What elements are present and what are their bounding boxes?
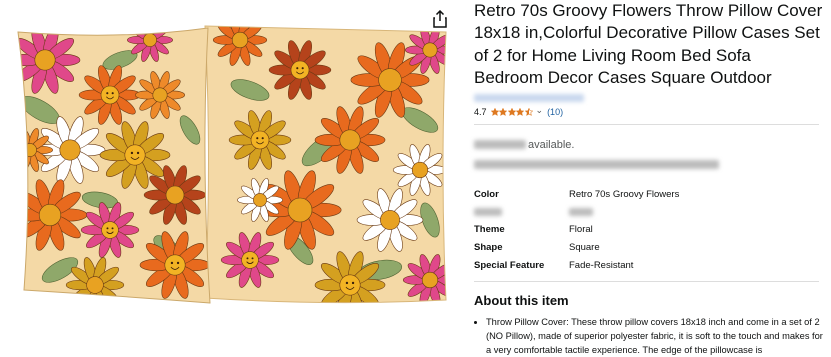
star-icon <box>516 107 525 116</box>
star-icon <box>499 107 508 116</box>
attribute-row-redacted <box>474 203 819 221</box>
attribute-row-color: Color Retro 70s Groovy Flowers <box>474 186 819 204</box>
availability-text: available. <box>528 138 575 151</box>
about-heading: About this item <box>474 293 569 309</box>
product-image[interactable] <box>0 0 458 331</box>
rating-value: 4.7 <box>474 106 487 117</box>
star-icon <box>507 107 516 116</box>
about-bullets: Throw Pillow Cover: These throw pillow c… <box>474 315 824 357</box>
availability: available. <box>474 137 824 153</box>
product-title: Retro 70s Groovy Flowers Throw Pillow Co… <box>474 1 823 88</box>
attribute-row-theme: Theme Floral <box>474 221 819 239</box>
attribute-row-shape: Shape Square <box>474 239 819 257</box>
pillow-image <box>17 25 447 304</box>
rating-count-link[interactable]: (10) <box>547 107 563 117</box>
attribute-value: Retro 70s Groovy Flowers <box>569 188 680 200</box>
attribute-key: Theme <box>474 224 505 236</box>
store-link-redacted[interactable] <box>474 93 584 102</box>
product-info: Retro 70s Groovy Flowers Throw Pillow Co… <box>474 0 824 357</box>
chevron-down-icon[interactable]: ⌄ <box>536 105 544 116</box>
attribute-key: Color <box>474 188 499 200</box>
attribute-value: Fade-Resistant <box>569 259 634 271</box>
attribute-value-redacted <box>569 203 819 221</box>
star-icon <box>524 107 533 116</box>
availability-redacted <box>474 140 526 150</box>
attribute-key-redacted <box>474 203 569 221</box>
about-bullet: Throw Pillow Cover: These throw pillow c… <box>486 315 824 357</box>
attribute-row-special-feature: Special Feature Fade-Resistant <box>474 256 819 274</box>
divider <box>474 281 819 283</box>
rating-row[interactable]: 4.7 ⌄ (10) <box>474 105 824 118</box>
shipping-redacted <box>474 159 719 169</box>
attribute-key: Special Feature <box>474 259 545 271</box>
attribute-value: Square <box>569 242 600 254</box>
divider <box>474 123 819 125</box>
attribute-value: Floral <box>569 224 593 236</box>
star-icon <box>490 107 499 116</box>
attribute-key: Shape <box>474 242 503 254</box>
attributes-table: Color Retro 70s Groovy Flowers Theme Flo… <box>474 186 819 274</box>
share-icon[interactable] <box>432 10 448 28</box>
star-rating[interactable] <box>490 107 533 116</box>
